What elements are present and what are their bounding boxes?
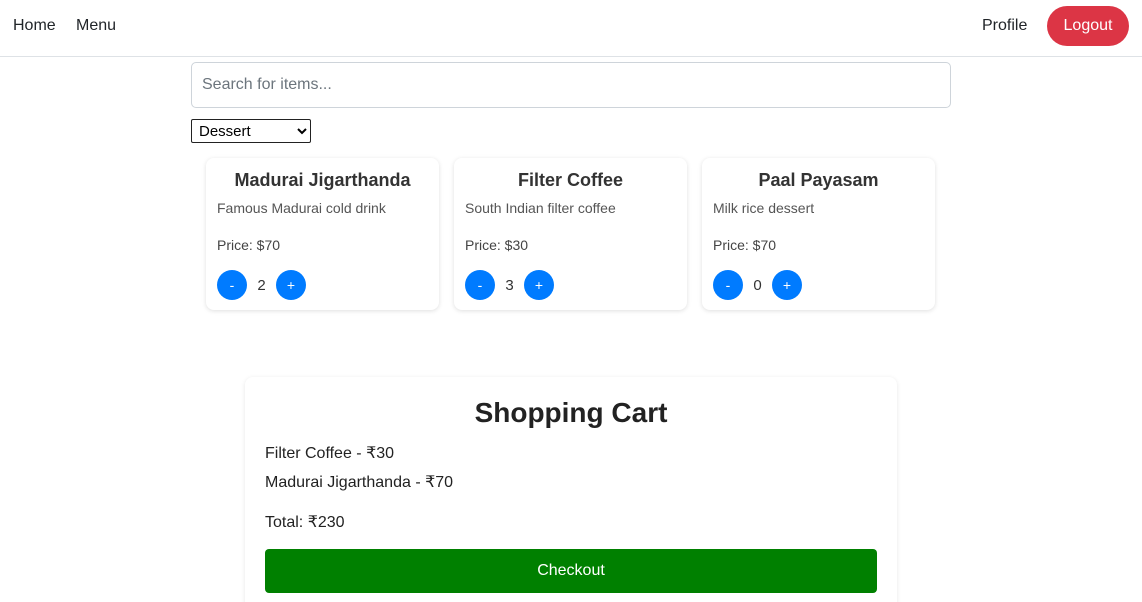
item-title: Filter Coffee: [517, 170, 623, 190]
cart-line-item: Filter Coffee - ₹30: [265, 445, 395, 462]
cart-title: Shopping Cart: [474, 397, 668, 428]
quantity-value: 2: [257, 277, 266, 294]
decrease-quantity-button[interactable]: -: [713, 270, 743, 300]
shopping-cart-panel: Shopping Cart Filter Coffee - ₹30 Madura…: [245, 377, 897, 602]
checkout-button[interactable]: Checkout: [265, 549, 877, 593]
item-description: Famous Madurai cold drink: [217, 200, 386, 216]
item-description: South Indian filter coffee: [465, 200, 616, 216]
nav-home-link[interactable]: Home: [13, 17, 56, 35]
logout-button[interactable]: Logout: [1047, 6, 1129, 46]
item-title: Madurai Jigarthanda: [234, 170, 411, 190]
nav-profile-link[interactable]: Profile: [982, 17, 1027, 35]
item-description: Milk rice dessert: [713, 200, 815, 216]
increase-quantity-button[interactable]: +: [276, 270, 306, 300]
nav-menu-link[interactable]: Menu: [76, 17, 116, 35]
cart-line-item: Madurai Jigarthanda - ₹70: [265, 474, 454, 491]
item-price: Price: $70: [217, 237, 281, 253]
menu-item-card: Paal Payasam Milk rice dessert Price: $7…: [702, 158, 935, 310]
top-navbar: Home Menu Profile Logout: [0, 0, 1142, 57]
category-select[interactable]: Dessert: [191, 119, 311, 143]
decrease-quantity-button[interactable]: -: [465, 270, 495, 300]
search-input[interactable]: [191, 62, 951, 108]
quantity-value: 0: [753, 277, 762, 294]
increase-quantity-button[interactable]: +: [772, 270, 802, 300]
cart-total: Total: ₹230: [265, 514, 345, 531]
menu-item-card: Madurai Jigarthanda Famous Madurai cold …: [206, 158, 439, 310]
quantity-value: 3: [505, 277, 514, 294]
item-price: Price: $30: [465, 237, 529, 253]
increase-quantity-button[interactable]: +: [524, 270, 554, 300]
menu-item-card: Filter Coffee South Indian filter coffee…: [454, 158, 687, 310]
item-title: Paal Payasam: [758, 170, 879, 190]
item-price: Price: $70: [713, 237, 777, 253]
decrease-quantity-button[interactable]: -: [217, 270, 247, 300]
